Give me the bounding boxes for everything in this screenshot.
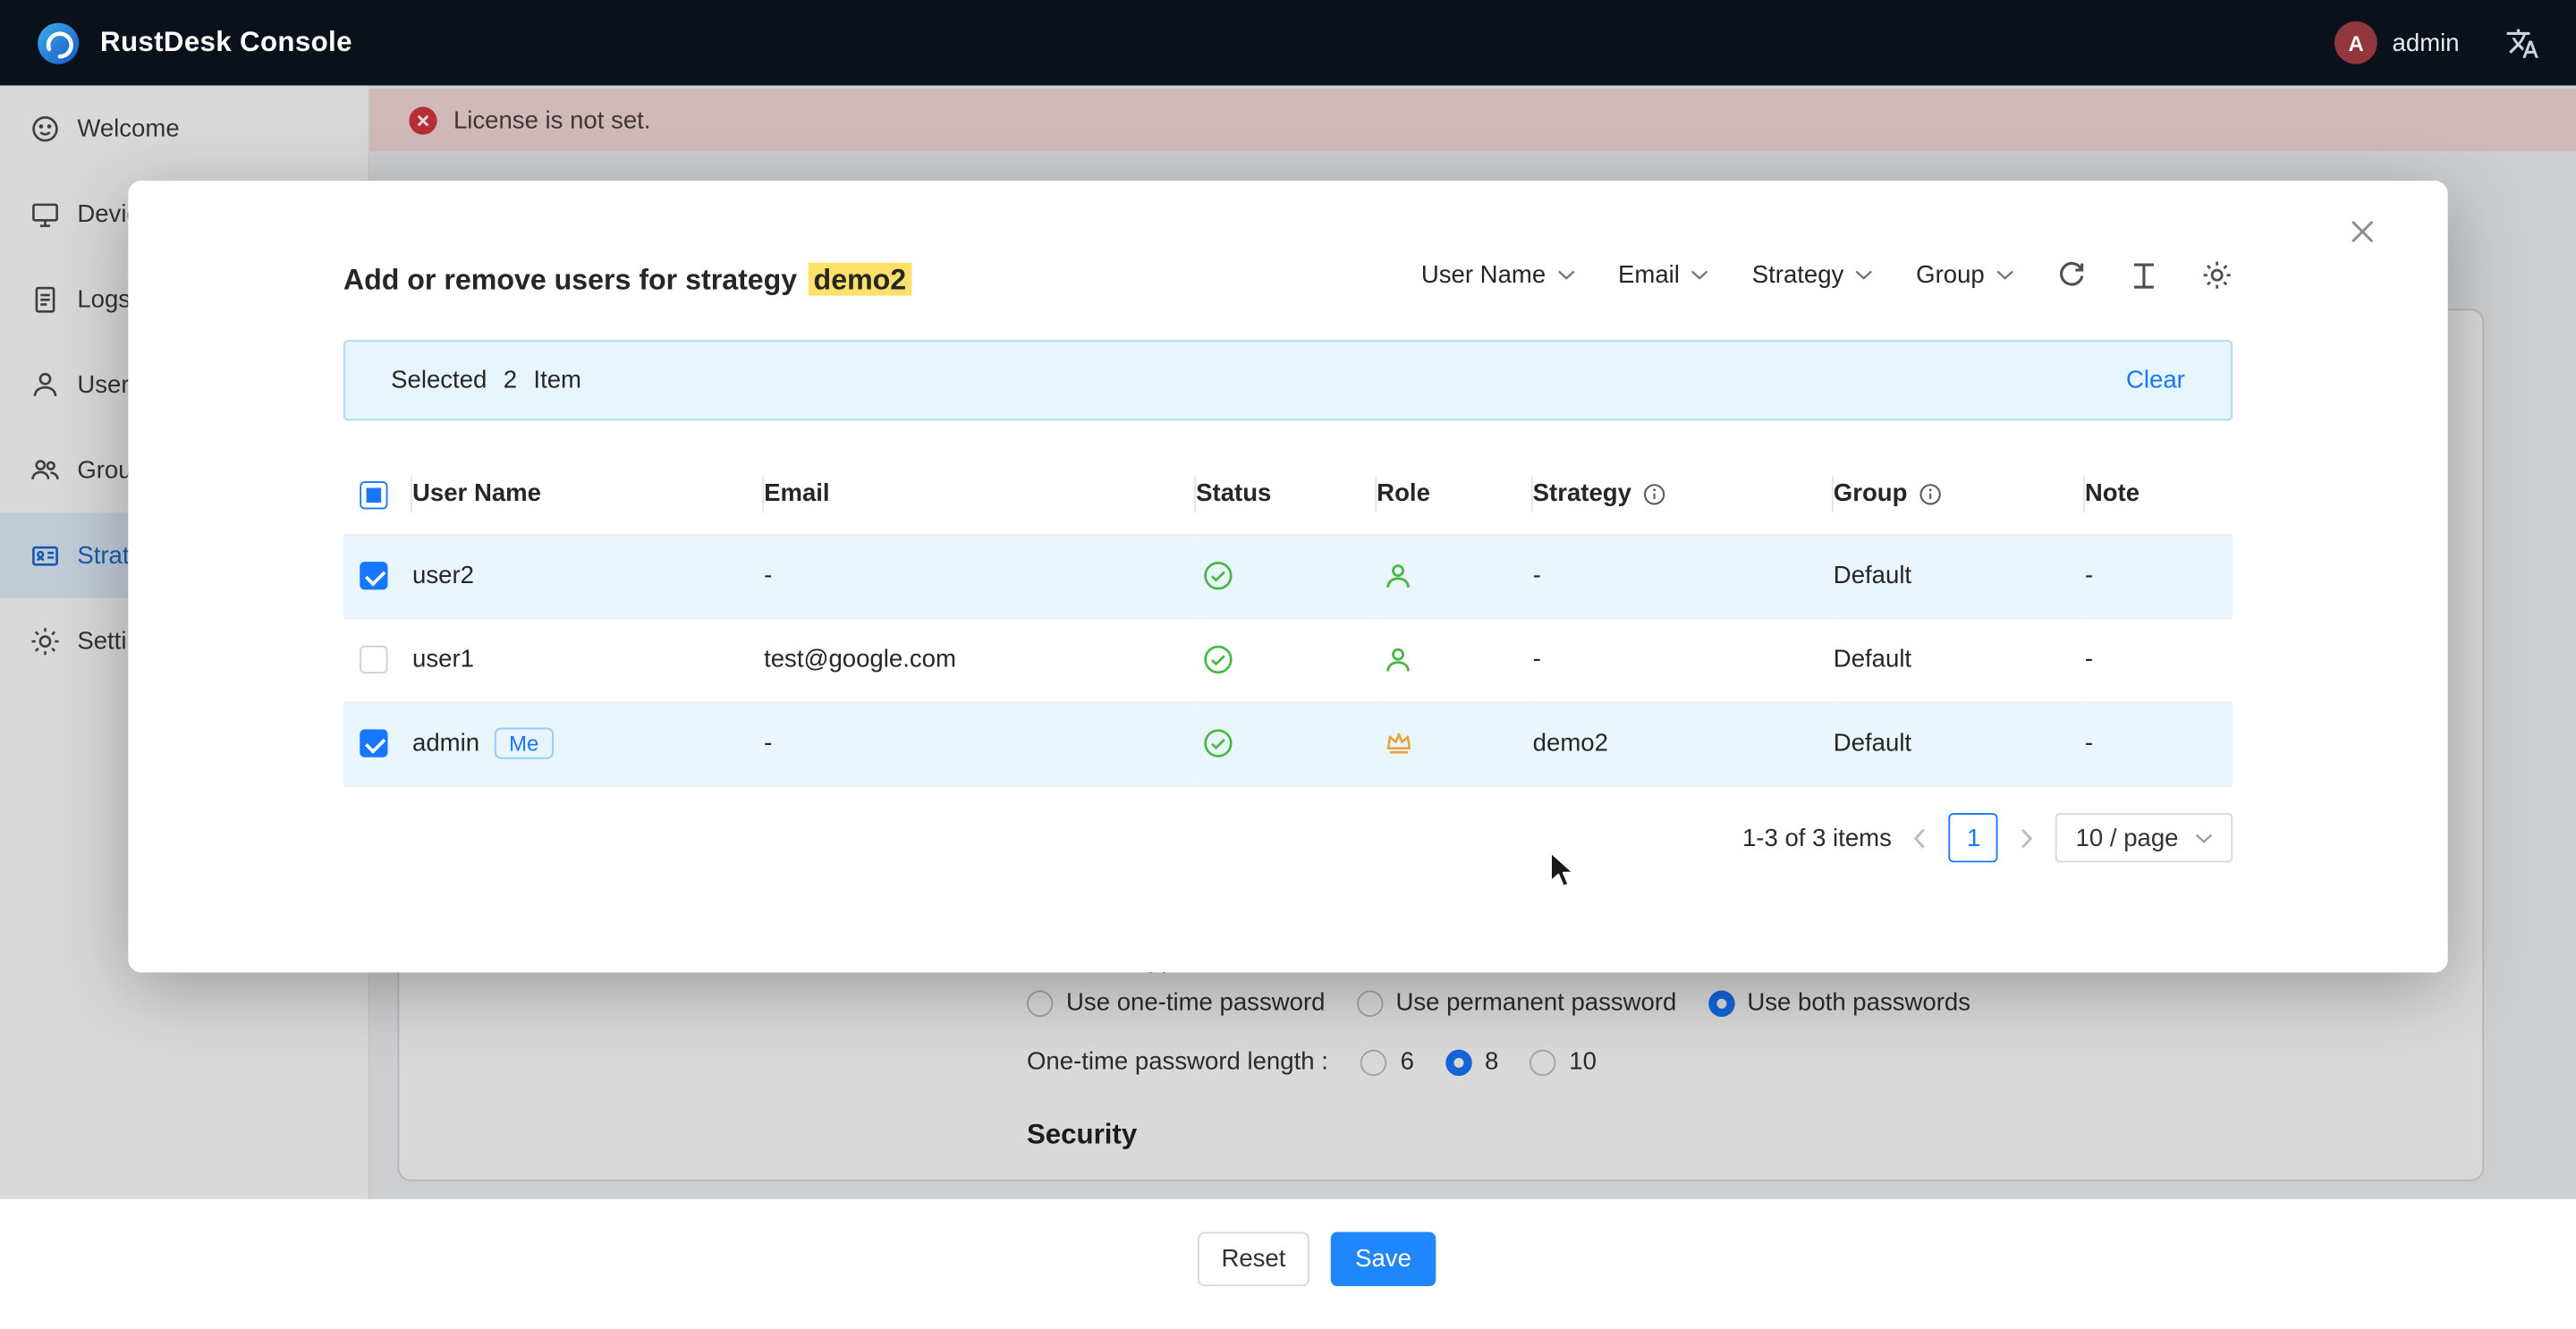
cell-user-name: user2 <box>412 534 764 618</box>
chevron-down-icon <box>1557 269 1575 281</box>
filter-label: Group <box>1916 261 1985 289</box>
strategy-users-modal: Add or remove users for strategy demo2 Us… <box>128 181 2447 972</box>
cell-role <box>1377 618 1532 702</box>
page-size-select[interactable]: 10 / page <box>2056 813 2233 862</box>
clear-selection-link[interactable]: Clear <box>2126 367 2185 394</box>
row-height-icon[interactable] <box>2129 260 2158 290</box>
cell-group: Default <box>1834 701 2085 785</box>
page-size-value: 10 / page <box>2076 824 2179 851</box>
column-header-strategy[interactable]: Strategy <box>1533 455 1834 534</box>
info-icon[interactable] <box>1643 483 1666 506</box>
admin-crown-icon <box>1384 728 1415 759</box>
cell-status <box>1196 534 1377 618</box>
topbar: RustDesk Console A admin <box>0 0 2576 86</box>
cell-group: Default <box>1834 534 2085 618</box>
filter-strategy[interactable]: Strategy <box>1752 261 1874 289</box>
filter-group[interactable]: Group <box>1916 261 2014 289</box>
page-number-button[interactable]: 1 <box>1949 813 1998 862</box>
cell-strategy: demo2 <box>1533 701 1834 785</box>
rustdesk-logo-icon <box>36 21 80 65</box>
close-icon[interactable] <box>2350 218 2376 244</box>
pagination: 1-3 of 3 items 1 10 / page <box>1742 813 2233 862</box>
chevron-down-icon <box>1996 269 2014 281</box>
cell-email: test@google.com <box>764 618 1196 702</box>
cell-role <box>1377 701 1532 785</box>
column-label: Strategy <box>1533 480 1631 508</box>
filter-user-name[interactable]: User Name <box>1421 261 1575 289</box>
table-row-admin[interactable]: adminMe - demo2 De <box>343 701 2233 785</box>
cell-user-name: admin Me <box>412 701 764 785</box>
mouse-cursor <box>1546 851 1581 890</box>
select-all-checkbox[interactable] <box>360 480 387 508</box>
modal-title: Add or remove users for strategy demo2 <box>343 263 911 298</box>
table-header-row: User Name Email Status Role Strategy <box>343 455 2233 534</box>
column-label: Group <box>1834 480 1908 508</box>
row-checkbox[interactable] <box>360 646 387 673</box>
cell-note: - <box>2085 618 2233 702</box>
page-next-icon[interactable] <box>2020 827 2035 849</box>
topbar-right: A admin <box>2334 21 2539 64</box>
pagination-total: 1-3 of 3 items <box>1742 824 1892 851</box>
cell-role <box>1377 534 1532 618</box>
footer-bar: Reset Save <box>0 1199 2576 1329</box>
cell-group: Default <box>1834 618 2085 702</box>
reset-button[interactable]: Reset <box>1198 1232 1309 1287</box>
info-icon[interactable] <box>1919 483 1942 506</box>
column-header-status[interactable]: Status <box>1196 455 1377 534</box>
column-header-group[interactable]: Group <box>1834 455 2085 534</box>
cell-status <box>1196 701 1377 785</box>
gear-icon[interactable] <box>2201 259 2233 291</box>
column-header-role[interactable]: Role <box>1377 455 1532 534</box>
cell-status <box>1196 618 1377 702</box>
user-avatar[interactable]: A <box>2334 21 2377 64</box>
chevron-down-icon <box>2195 832 2213 843</box>
cell-email: - <box>764 534 1196 618</box>
column-header-user-name[interactable]: User Name <box>412 455 764 534</box>
check-circle-icon <box>1202 560 1233 591</box>
cell-note: - <box>2085 701 2233 785</box>
save-button[interactable]: Save <box>1331 1232 1436 1287</box>
app-title: RustDesk Console <box>100 26 352 59</box>
filter-email[interactable]: Email <box>1618 261 1709 289</box>
user-name-text: admin <box>412 730 479 758</box>
strategy-name-highlight: demo2 <box>809 263 911 296</box>
screen: License is not set. Password type : Use … <box>0 0 2576 1329</box>
user-role-icon <box>1384 561 1413 590</box>
cell-note: - <box>2085 534 2233 618</box>
cell-strategy: - <box>1533 618 1834 702</box>
cell-user-name: user1 <box>412 618 764 702</box>
refresh-icon[interactable] <box>2057 260 2087 290</box>
row-checkbox[interactable] <box>360 730 387 758</box>
modal-title-text: Add or remove users for strategy <box>343 263 797 296</box>
selection-prefix: Selected <box>391 367 487 394</box>
cell-email: - <box>764 701 1196 785</box>
filter-label: Strategy <box>1752 261 1844 289</box>
table-row-user2[interactable]: user2 - - Default - <box>343 534 2233 618</box>
column-header-note[interactable]: Note <box>2085 455 2233 534</box>
cell-strategy: - <box>1533 534 1834 618</box>
filter-toolbar: User Name Email Strategy Group <box>1421 259 2233 291</box>
selection-suffix: Item <box>533 367 581 394</box>
column-header-email[interactable]: Email <box>764 455 1196 534</box>
translate-icon[interactable] <box>2505 25 2540 60</box>
selection-bar: Selected 2 Item Clear <box>343 340 2233 420</box>
table-row-user1[interactable]: user1 test@google.com - Default - <box>343 618 2233 702</box>
filter-label: User Name <box>1421 261 1546 289</box>
username[interactable]: admin <box>2393 29 2460 56</box>
check-circle-icon <box>1202 728 1233 759</box>
users-table: User Name Email Status Role Strategy <box>343 455 2233 786</box>
check-circle-icon <box>1202 644 1233 675</box>
me-badge: Me <box>495 728 554 759</box>
filter-label: Email <box>1618 261 1680 289</box>
chevron-down-icon <box>1691 269 1709 281</box>
selection-count: 2 <box>504 367 517 394</box>
row-checkbox[interactable] <box>360 563 387 590</box>
user-role-icon <box>1384 645 1413 674</box>
chevron-down-icon <box>1855 269 1873 281</box>
page-prev-icon[interactable] <box>1913 827 1928 849</box>
